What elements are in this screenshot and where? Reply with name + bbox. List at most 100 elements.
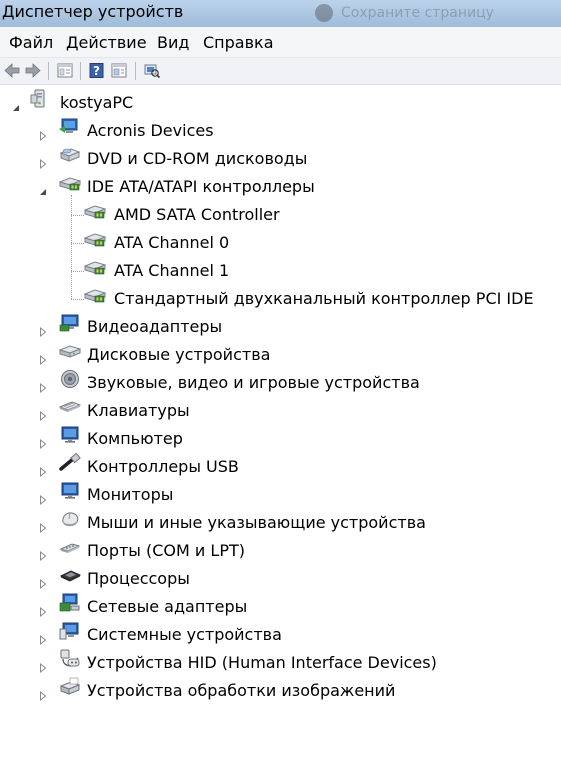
toolbar-separator <box>135 62 136 80</box>
processor-icon <box>59 565 82 585</box>
monitor-icon <box>59 425 81 445</box>
window-title: Диспетчер устройств <box>2 2 184 21</box>
toolbar-separator <box>48 62 49 80</box>
expand-collapse-triangle-icon[interactable] <box>38 378 48 394</box>
tree-category[interactable]: Звуковые, видео и игровые устройства <box>0 369 561 397</box>
tree-category[interactable]: Компьютер <box>0 425 561 453</box>
tree-device[interactable]: AMD SATA Controller <box>0 201 561 229</box>
expand-collapse-triangle-icon[interactable] <box>38 462 48 478</box>
imaging-device-icon <box>59 677 81 697</box>
keyboard-icon <box>58 397 82 417</box>
tree-connector-line <box>71 271 84 272</box>
tree-category[interactable]: Дисковые устройства <box>0 341 561 369</box>
menu-view[interactable]: Вид <box>157 33 189 52</box>
background-window-icon <box>315 4 333 22</box>
expand-collapse-triangle-icon[interactable] <box>38 518 48 534</box>
display-adapter-icon <box>59 313 81 333</box>
pane-icon[interactable] <box>110 62 128 79</box>
expand-collapse-triangle-icon[interactable] <box>38 546 48 562</box>
expand-collapse-triangle-icon[interactable] <box>38 574 48 590</box>
tree-connector-line <box>71 299 84 300</box>
dvd-drive-icon <box>59 145 81 165</box>
system-device-icon <box>59 621 81 641</box>
menu-file[interactable]: Файл <box>9 33 53 52</box>
speaker-icon <box>59 369 81 389</box>
background-window-title: Сохраните страницу <box>341 5 494 21</box>
ide-controller-icon <box>83 257 107 277</box>
ide-controller-icon <box>83 229 107 249</box>
properties-icon[interactable] <box>56 62 74 79</box>
tree-category[interactable]: Acronis Devices <box>0 117 561 145</box>
menu-help[interactable]: Справка <box>203 33 274 52</box>
network-adapter-icon <box>59 593 81 613</box>
help-icon[interactable]: ? <box>88 62 106 79</box>
tree-category[interactable]: DVD и CD-ROM дисководы <box>0 145 561 173</box>
tree-category[interactable]: IDE ATA/ATAPI контроллеры <box>0 173 561 201</box>
tree-category[interactable]: Мыши и иные указывающие устройства <box>0 509 561 537</box>
tree-connector-line <box>71 243 84 244</box>
tree-category-label: Системные устройства <box>87 625 282 644</box>
tree-device[interactable]: ATA Channel 1 <box>0 257 561 285</box>
device-tree[interactable]: kostyaPC Acronis Devices DVD и CD-ROM диск… <box>0 85 561 771</box>
tree-category[interactable]: Устройства HID (Human Interface Devices) <box>0 649 561 677</box>
expand-collapse-triangle-icon[interactable] <box>38 406 48 422</box>
expand-collapse-triangle-icon[interactable] <box>38 630 48 646</box>
tree-category[interactable]: Системные устройства <box>0 621 561 649</box>
tree-category[interactable]: Контроллеры USB <box>0 452 561 481</box>
tree-category-label: Клавиатуры <box>87 401 190 420</box>
forward-icon[interactable] <box>24 62 42 79</box>
menu-action[interactable]: Действие <box>66 33 147 52</box>
tree-connector-line <box>71 195 72 299</box>
tree-category[interactable]: Сетевые адаптеры <box>0 593 561 621</box>
tree-device[interactable]: Стандартный двухканальный контроллер PCI… <box>0 285 561 313</box>
tree-device-label: Стандартный двухканальный контроллер PCI… <box>114 289 534 308</box>
tree-category-label: Порты (COM и LPT) <box>87 541 245 560</box>
tree-device-label: ATA Channel 0 <box>114 233 230 252</box>
tree-root[interactable]: kostyaPC <box>0 89 561 117</box>
tree-category-label: Процессоры <box>87 569 190 588</box>
expand-collapse-triangle-icon[interactable] <box>38 182 48 195</box>
expand-collapse-triangle-icon[interactable] <box>38 434 48 450</box>
expand-collapse-triangle-icon[interactable] <box>38 154 48 170</box>
expand-collapse-triangle-icon[interactable] <box>38 602 48 618</box>
expand-collapse-triangle-icon[interactable] <box>38 126 48 142</box>
ide-controller-icon <box>58 173 82 193</box>
tree-category[interactable]: Процессоры <box>0 565 561 593</box>
expand-collapse-triangle-icon[interactable] <box>38 686 48 702</box>
tree-category[interactable]: Клавиатуры <box>0 397 561 425</box>
back-icon[interactable] <box>3 62 21 79</box>
tree-connector-line <box>71 215 84 216</box>
tree-category[interactable]: Устройства обработки изображений <box>0 677 561 705</box>
expand-collapse-triangle-icon[interactable] <box>38 350 48 366</box>
expand-collapse-triangle-icon[interactable] <box>11 98 21 111</box>
tree-root-label: kostyaPC <box>60 93 134 112</box>
tree-category-label: Контроллеры USB <box>87 457 239 476</box>
usb-icon <box>59 452 81 473</box>
tree-category-label: Сетевые адаптеры <box>87 597 248 616</box>
tree-device[interactable]: ATA Channel 0 <box>0 229 561 257</box>
tree-category-label: Устройства обработки изображений <box>87 681 396 700</box>
computer-icon <box>30 89 52 109</box>
tree-category-label: DVD и CD-ROM дисководы <box>87 149 308 168</box>
background-window: Сохраните страницу <box>313 4 543 24</box>
tree-category-label: Дисковые устройства <box>87 345 271 364</box>
hid-icon <box>59 649 81 669</box>
scan-hardware-icon[interactable] <box>143 62 161 79</box>
tree-category-label: Видеоадаптеры <box>87 317 223 336</box>
tree-category-label: Acronis Devices <box>87 121 214 140</box>
expand-collapse-triangle-icon[interactable] <box>38 490 48 506</box>
tree-category[interactable]: Мониторы <box>0 481 561 509</box>
toolbar-separator <box>80 62 81 80</box>
tree-category-label: Устройства HID (Human Interface Devices) <box>87 653 437 672</box>
expand-collapse-triangle-icon[interactable] <box>38 322 48 338</box>
title-bar[interactable]: Диспетчер устройств Сохраните страницу <box>0 0 561 27</box>
mouse-icon <box>59 509 81 529</box>
acronis-icon <box>59 117 81 137</box>
expand-collapse-triangle-icon[interactable] <box>38 658 48 674</box>
tree-category-label: Звуковые, видео и игровые устройства <box>87 373 420 392</box>
svg-text:?: ? <box>93 64 100 78</box>
tree-category[interactable]: Порты (COM и LPT) <box>0 537 561 565</box>
monitor-icon <box>59 481 81 501</box>
tree-category[interactable]: Видеоадаптеры <box>0 313 561 341</box>
tree-device-label: ATA Channel 1 <box>114 261 230 280</box>
